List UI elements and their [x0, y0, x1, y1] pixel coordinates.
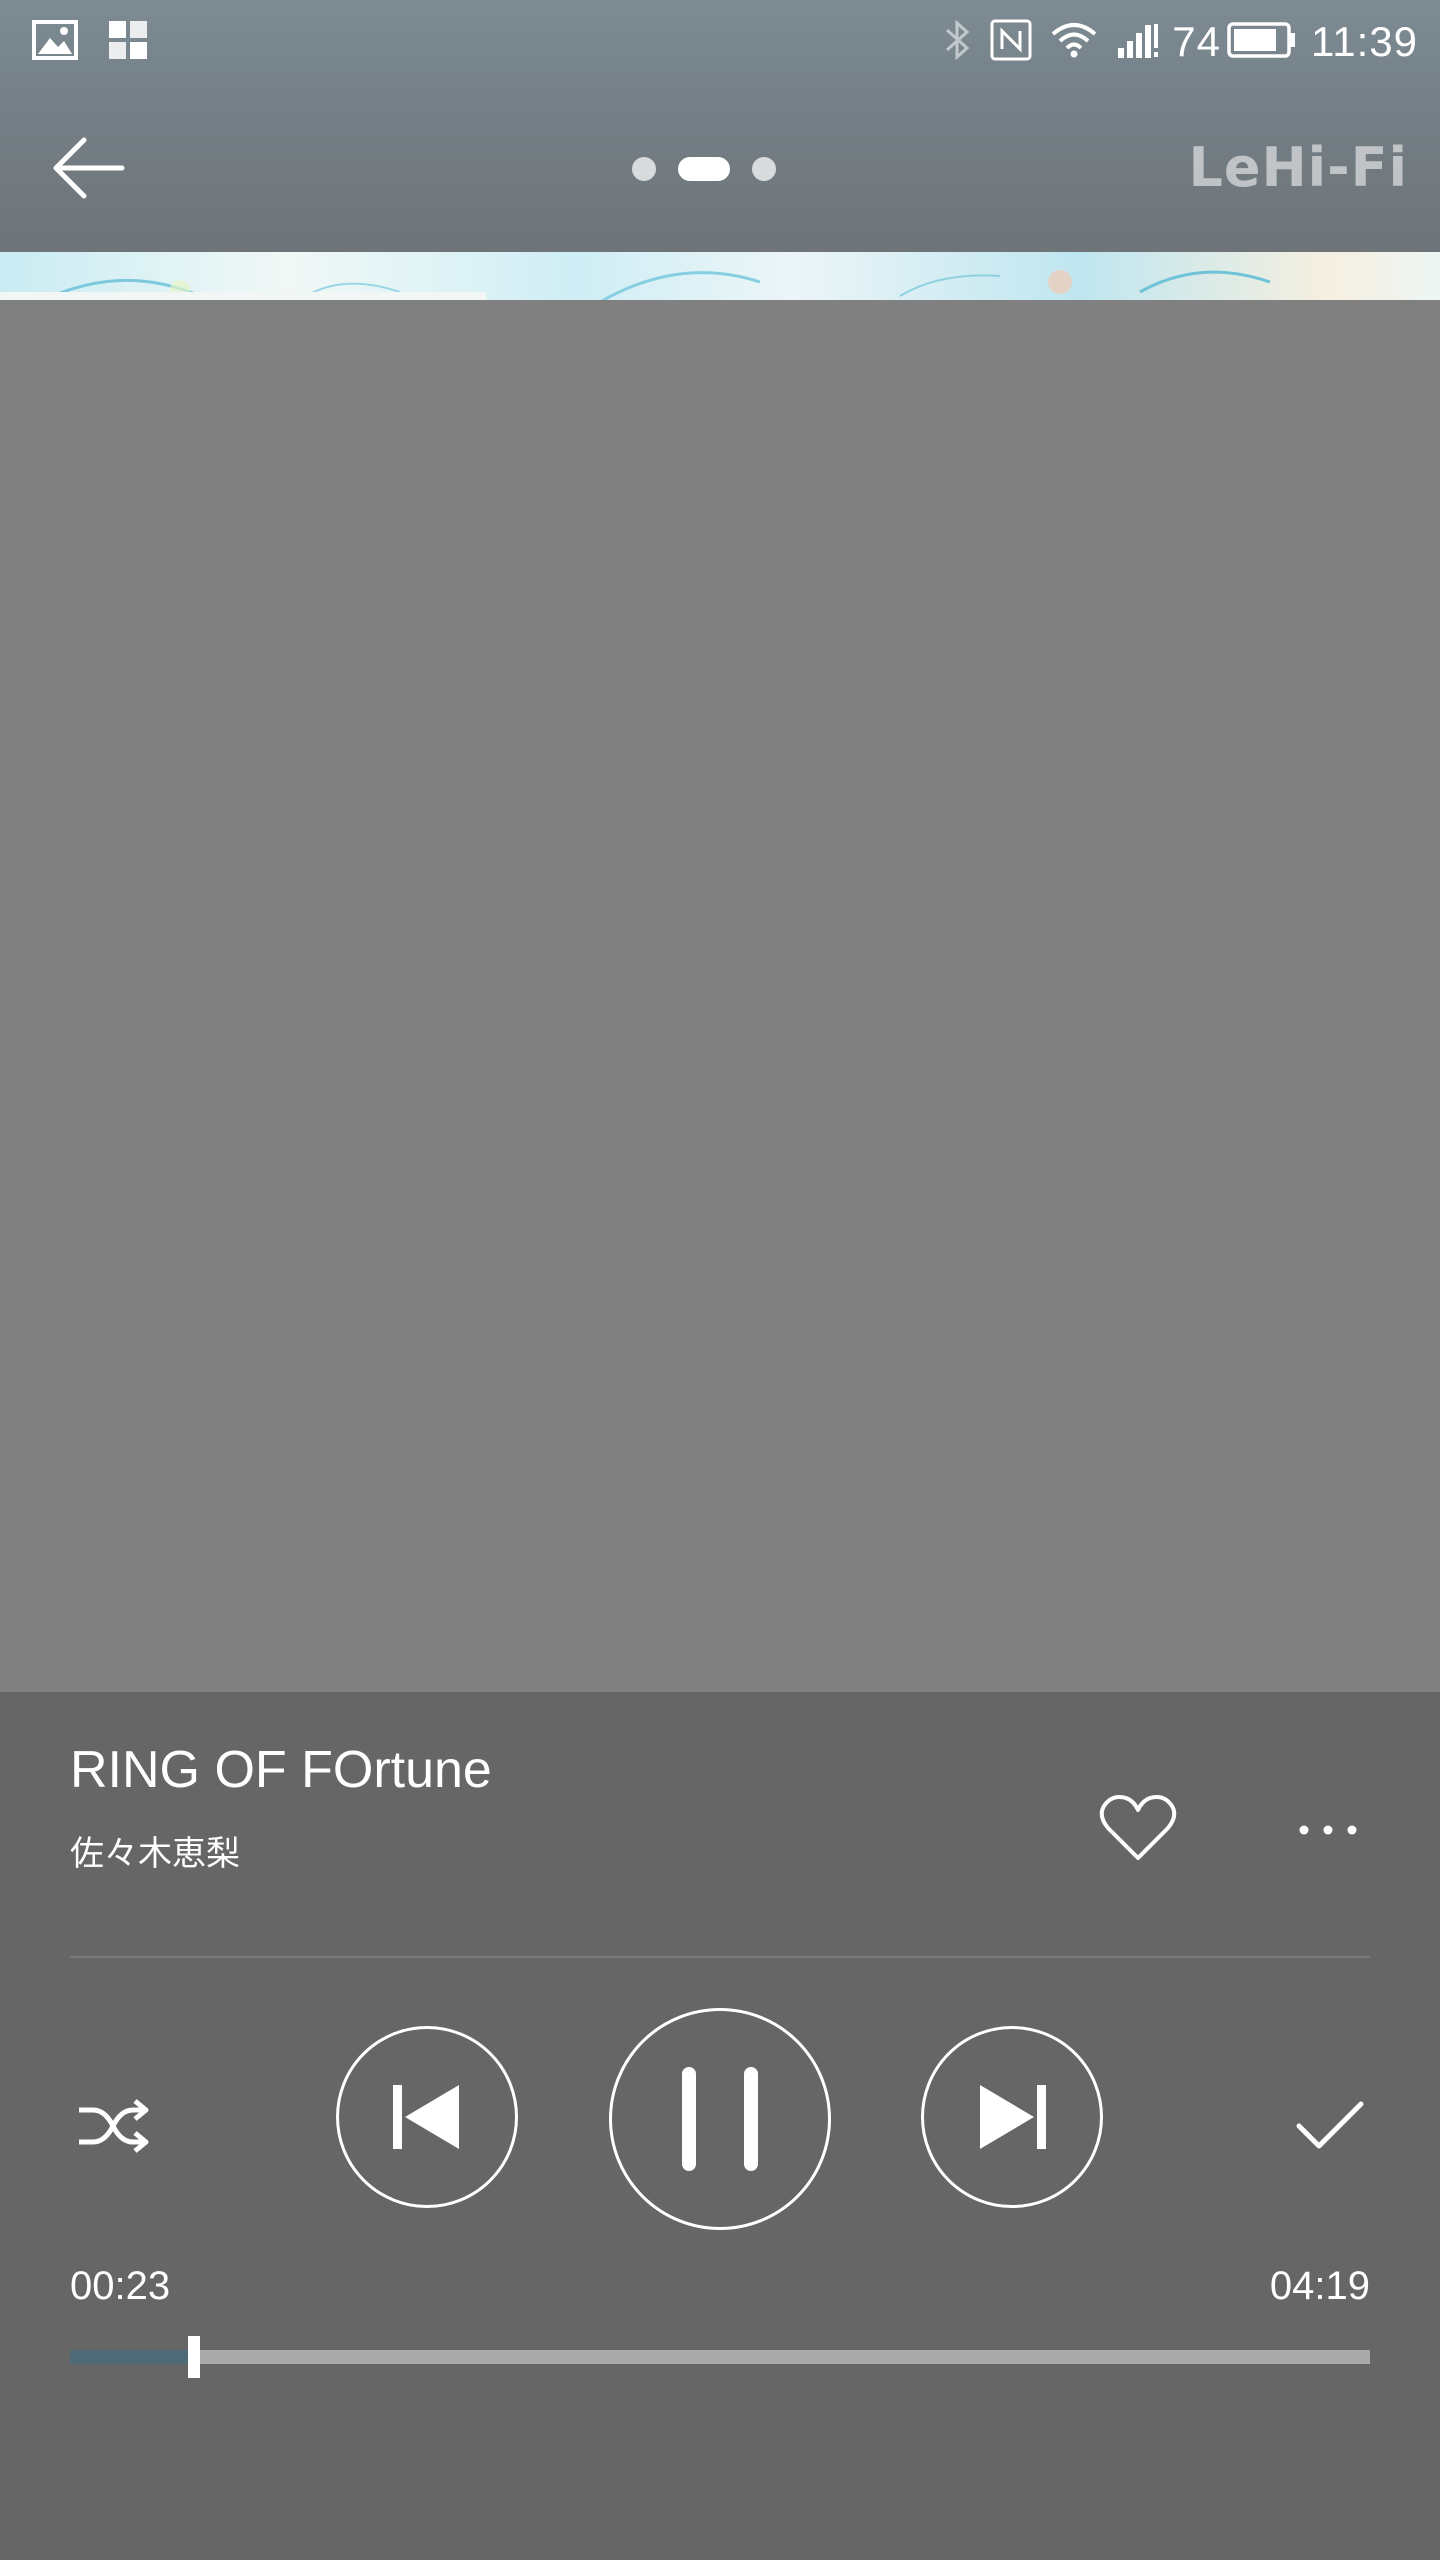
previous-track-button[interactable]: [336, 2026, 518, 2208]
bluetooth-icon: [944, 18, 972, 67]
seek-fill: [70, 2350, 194, 2364]
music-player-screen: 74 11:39 LeHi-Fi RING OF FOrtune 佐々木恵梨 0…: [0, 0, 1440, 2560]
back-button[interactable]: [46, 128, 130, 208]
clock: 11:39: [1311, 18, 1418, 65]
nfc-icon: [990, 19, 1032, 66]
status-bar: 74 11:39: [0, 0, 1440, 84]
check-icon: [1296, 2101, 1364, 2149]
skip-next-icon: [980, 2085, 1046, 2149]
page-dot-3[interactable]: [752, 157, 776, 181]
time-total: 04:19: [1269, 2264, 1370, 2308]
next-track-button[interactable]: [921, 2026, 1103, 2208]
shuffle-button[interactable]: [70, 2088, 156, 2164]
battery-icon: [1227, 21, 1297, 64]
page-dot-2-active[interactable]: [678, 157, 730, 181]
arrow-left-icon: [53, 137, 125, 199]
battery-percent: 74: [1172, 18, 1221, 65]
seek-bar[interactable]: [70, 2336, 1370, 2378]
pause-icon: [682, 2067, 758, 2171]
app-bar: LeHi-Fi: [0, 84, 1440, 252]
app-grid-icon: [108, 20, 148, 65]
image-icon: [32, 19, 78, 65]
confirm-button[interactable]: [1290, 2088, 1370, 2164]
page-dot-1[interactable]: [632, 157, 656, 181]
player-panel: RING OF FOrtune 佐々木恵梨 00:23 04:19: [0, 1692, 1440, 2560]
seek-thumb[interactable]: [187, 2336, 200, 2378]
status-left: [32, 19, 178, 65]
page-indicator: [632, 157, 776, 181]
seek-track[interactable]: [70, 2350, 1370, 2364]
shuffle-icon: [79, 2099, 149, 2153]
album-artwork: [0, 300, 1440, 1692]
play-pause-button[interactable]: [609, 2008, 831, 2230]
status-right: 74 11:39: [926, 18, 1418, 67]
signal-icon: [1116, 20, 1160, 65]
skip-previous-icon: [393, 2085, 459, 2149]
brand-logo: LeHi-Fi: [1188, 136, 1408, 199]
time-elapsed: 00:23: [70, 2264, 171, 2308]
playback-controls: [0, 1692, 1440, 2560]
wifi-icon: [1050, 20, 1098, 65]
